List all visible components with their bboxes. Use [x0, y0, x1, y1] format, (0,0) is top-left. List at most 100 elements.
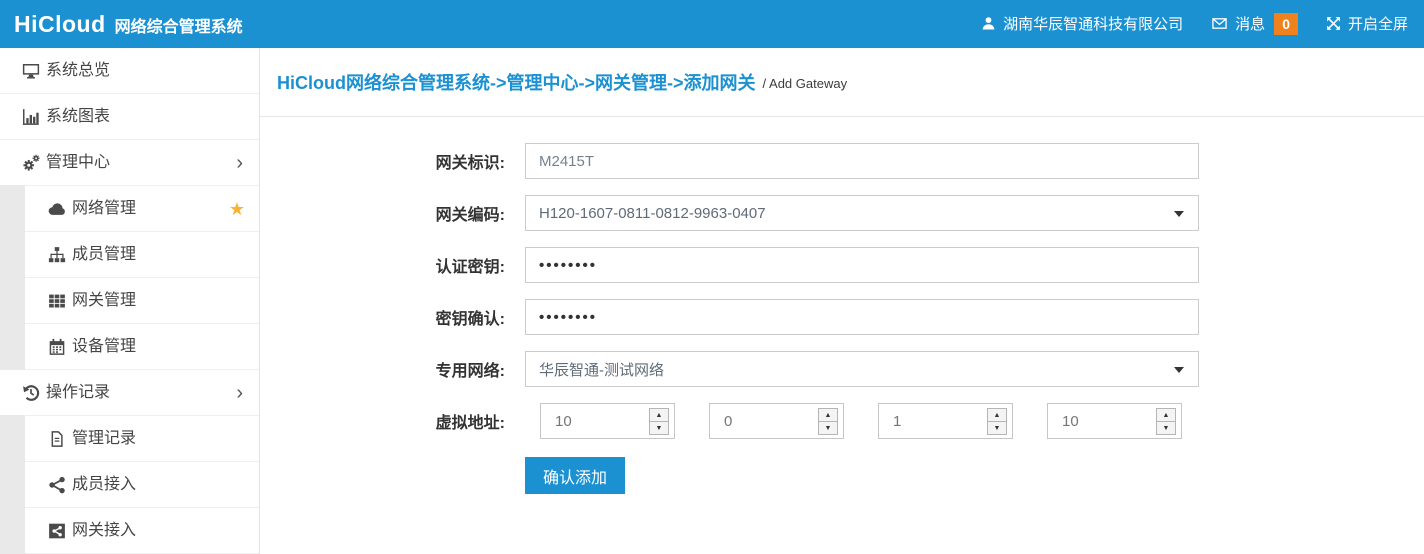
number-spinner: ▲ ▼ [987, 408, 1007, 435]
number-spinner: ▲ ▼ [818, 408, 838, 435]
history-icon [22, 384, 40, 402]
spinner-down-button[interactable]: ▼ [1157, 422, 1175, 434]
sidebar-nav: 系统总览 系统图表 管理中心 › 网络管理 ★ 成员管理 网关管理 [0, 48, 260, 554]
add-gateway-form: 网关标识: 网关编码: H120-1607-0811-0812-9963-040… [260, 117, 1424, 494]
fullscreen-icon [1326, 16, 1341, 31]
virtual-address-octet-3[interactable]: 1 ▲ ▼ [878, 403, 1013, 439]
form-row-auth-key: 认证密钥: [260, 247, 1424, 283]
spinner-down-button[interactable]: ▼ [650, 422, 668, 434]
form-row-virtual-address: 虚拟地址: 10 ▲ ▼ 0 ▲ ▼ 1 [260, 403, 1424, 439]
sidebar-item-label: 成员管理 [72, 247, 136, 263]
main-content: HiCloud网络综合管理系统->管理中心->网关管理->添加网关 / Add … [260, 48, 1424, 554]
sidebar-item-member-access[interactable]: 成员接入 [0, 462, 259, 508]
user-icon [981, 16, 996, 31]
messages-count-badge: 0 [1274, 13, 1298, 36]
virtual-address-octet-2[interactable]: 0 ▲ ▼ [709, 403, 844, 439]
sidebar-item-label: 网关接入 [72, 523, 136, 539]
gateway-code-label: 网关编码: [260, 201, 525, 225]
spinner-up-button[interactable]: ▲ [1157, 409, 1175, 422]
messages-menu[interactable]: 消息 0 [1211, 13, 1298, 36]
caret-down-icon [1174, 211, 1184, 217]
chevron-right-icon: › [236, 153, 243, 173]
octet-value: 0 [724, 413, 732, 430]
spinner-up-button[interactable]: ▲ [819, 409, 837, 422]
octet-value: 10 [555, 413, 572, 430]
sidebar-item-admin-records[interactable]: 管理记录 [0, 416, 259, 462]
virtual-address-group: 10 ▲ ▼ 0 ▲ ▼ 1 ▲ [525, 403, 1182, 439]
form-row-gateway-code: 网关编码: H120-1607-0811-0812-9963-0407 [260, 195, 1424, 231]
spinner-up-button[interactable]: ▲ [650, 409, 668, 422]
form-row-private-network: 专用网络: 华辰智通-测试网络 [260, 351, 1424, 387]
sidebar-item-label: 管理中心 [46, 155, 110, 171]
fullscreen-toggle[interactable]: 开启全屏 [1326, 13, 1408, 34]
favorite-star-icon[interactable]: ★ [229, 200, 245, 218]
confirm-add-button[interactable]: 确认添加 [525, 457, 625, 494]
octet-value: 10 [1062, 413, 1079, 430]
private-network-label: 专用网络: [260, 357, 525, 381]
page-header: HiCloud网络综合管理系统->管理中心->网关管理->添加网关 / Add … [260, 48, 1424, 117]
gateway-code-selected-value: H120-1607-0811-0812-9963-0407 [539, 205, 766, 222]
messages-label: 消息 [1235, 13, 1265, 34]
sidebar-item-gateway-management[interactable]: 网关管理 [0, 278, 259, 324]
sidebar-item-device-management[interactable]: 设备管理 [0, 324, 259, 370]
grid-icon [48, 292, 66, 310]
sidebar-item-member-management[interactable]: 成员管理 [0, 232, 259, 278]
sidebar-item-label: 系统图表 [46, 109, 110, 125]
company-account-menu[interactable]: 湖南华辰智通科技有限公司 [981, 13, 1183, 34]
spinner-down-button[interactable]: ▼ [819, 422, 837, 434]
logo-text-bold: HiCloud [14, 11, 106, 38]
sidebar-item-label: 操作记录 [46, 385, 110, 401]
sidebar-item-label: 设备管理 [72, 339, 136, 355]
form-actions: 确认添加 [525, 457, 1424, 494]
octet-value: 1 [893, 413, 901, 430]
app-logo[interactable]: HiCloud 网络综合管理系统 [14, 11, 243, 38]
topbar-right-group: 湖南华辰智通科技有限公司 消息 0 开启全屏 [981, 13, 1410, 36]
sidebar-item-operation-records[interactable]: 操作记录 › [0, 370, 259, 416]
form-row-key-confirm: 密钥确认: [260, 299, 1424, 335]
key-confirm-label: 密钥确认: [260, 305, 525, 329]
form-row-gateway-id: 网关标识: [260, 143, 1424, 179]
key-confirm-password-input[interactable] [525, 299, 1199, 335]
envelope-icon [1211, 16, 1228, 31]
gears-icon [22, 154, 40, 172]
spinner-up-button[interactable]: ▲ [988, 409, 1006, 422]
number-spinner: ▲ ▼ [649, 408, 669, 435]
private-network-select[interactable]: 华辰智通-测试网络 [525, 351, 1199, 387]
gateway-code-select[interactable]: H120-1607-0811-0812-9963-0407 [525, 195, 1199, 231]
share-icon [48, 476, 66, 494]
company-name: 湖南华辰智通科技有限公司 [1003, 13, 1183, 34]
sidebar-item-label: 网络管理 [72, 201, 136, 217]
breadcrumb: HiCloud网络综合管理系统->管理中心->网关管理->添加网关 [277, 69, 756, 95]
sidebar-item-network-management[interactable]: 网络管理 ★ [0, 186, 259, 232]
sidebar-item-system-overview[interactable]: 系统总览 [0, 48, 259, 94]
calendar-icon [48, 338, 66, 356]
share-square-icon [48, 522, 66, 540]
top-header-bar: HiCloud 网络综合管理系统 湖南华辰智通科技有限公司 消息 0 开启全屏 [0, 0, 1424, 48]
sidebar-item-label: 管理记录 [72, 431, 136, 447]
breadcrumb-suffix: / Add Gateway [763, 73, 848, 91]
virtual-address-octet-4[interactable]: 10 ▲ ▼ [1047, 403, 1182, 439]
caret-down-icon [1174, 367, 1184, 373]
cloud-icon [48, 200, 66, 218]
number-spinner: ▲ ▼ [1156, 408, 1176, 435]
gateway-id-label: 网关标识: [260, 149, 525, 173]
gateway-id-input[interactable] [525, 143, 1199, 179]
sidebar-item-admin-center[interactable]: 管理中心 › [0, 140, 259, 186]
virtual-address-label: 虚拟地址: [260, 409, 525, 433]
private-network-selected-value: 华辰智通-测试网络 [539, 359, 664, 380]
auth-key-password-input[interactable] [525, 247, 1199, 283]
sidebar-item-system-charts[interactable]: 系统图表 [0, 94, 259, 140]
auth-key-label: 认证密钥: [260, 253, 525, 277]
fullscreen-label: 开启全屏 [1348, 13, 1408, 34]
virtual-address-octet-1[interactable]: 10 ▲ ▼ [540, 403, 675, 439]
spinner-down-button[interactable]: ▼ [988, 422, 1006, 434]
sidebar-item-gateway-access[interactable]: 网关接入 [0, 508, 259, 554]
sidebar-item-label: 成员接入 [72, 477, 136, 493]
sidebar-item-label: 系统总览 [46, 63, 110, 79]
sitemap-icon [48, 246, 66, 264]
document-icon [48, 430, 66, 448]
desktop-icon [22, 62, 40, 80]
bar-chart-icon [22, 108, 40, 126]
chevron-right-icon: › [236, 383, 243, 403]
logo-text-rest: 网络综合管理系统 [115, 13, 243, 37]
